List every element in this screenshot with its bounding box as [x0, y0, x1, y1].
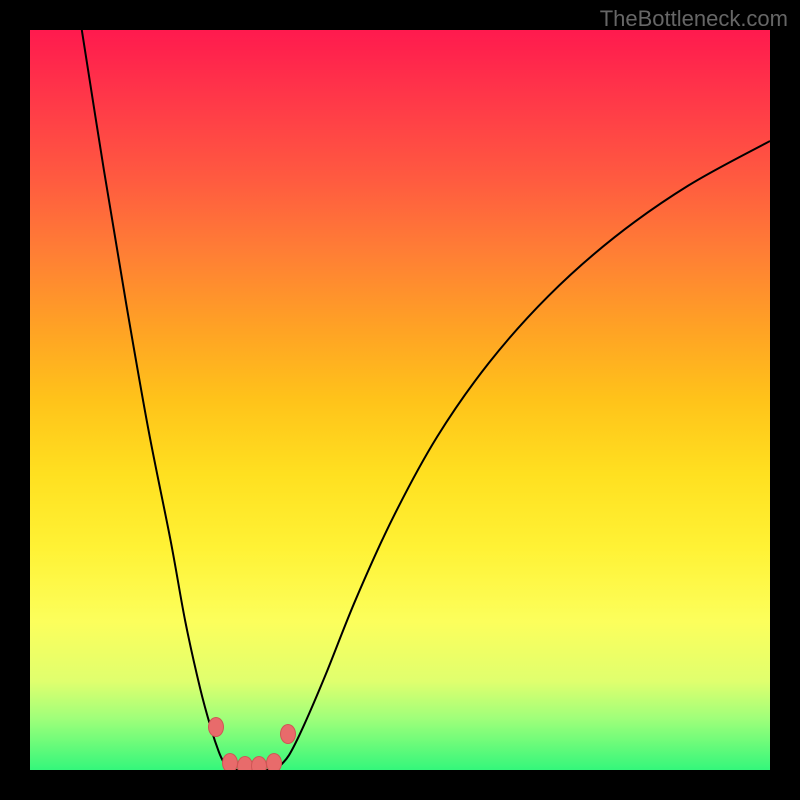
plot-area	[30, 30, 770, 770]
data-marker	[208, 717, 224, 737]
data-marker	[222, 753, 238, 770]
data-marker	[280, 724, 296, 744]
data-marker	[251, 756, 267, 770]
watermark-text: TheBottleneck.com	[600, 6, 788, 32]
data-marker	[266, 753, 282, 770]
chart-container: TheBottleneck.com	[0, 0, 800, 800]
data-marker	[237, 756, 253, 770]
marker-layer	[30, 30, 770, 770]
